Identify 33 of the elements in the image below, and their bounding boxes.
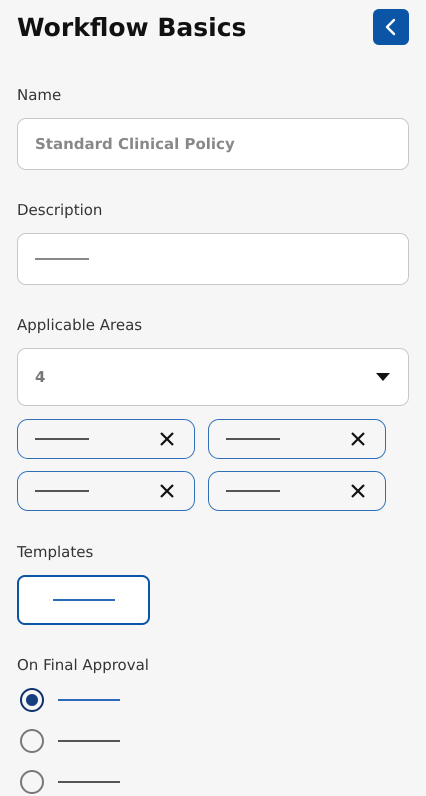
area-chip[interactable]	[17, 419, 195, 459]
placeholder-line	[58, 781, 120, 783]
placeholder-line	[35, 258, 89, 260]
back-button[interactable]	[373, 9, 409, 45]
close-icon[interactable]	[350, 431, 366, 447]
name-field[interactable]: Standard Clinical Policy	[17, 118, 409, 170]
field-label: Description	[17, 201, 104, 219]
areas-dropdown[interactable]: 4	[17, 348, 409, 406]
page-title: Workflow Basics	[17, 12, 246, 42]
placeholder-line	[226, 438, 280, 440]
template-button[interactable]	[17, 575, 150, 625]
placeholder-line	[226, 490, 280, 492]
placeholder-line	[35, 490, 89, 492]
radio-button[interactable]	[20, 688, 44, 712]
placeholder-line	[35, 438, 89, 440]
placeholder-line	[58, 699, 120, 701]
field-label: Applicable Areas	[17, 316, 144, 334]
field-label: On Final Approval	[17, 656, 150, 674]
area-chip[interactable]	[208, 471, 386, 511]
area-chip[interactable]	[17, 471, 195, 511]
placeholder-line	[58, 740, 120, 742]
dropdown-arrow-icon	[375, 372, 391, 382]
radio-button[interactable]	[20, 770, 44, 794]
close-icon[interactable]	[159, 483, 175, 499]
close-icon[interactable]	[159, 431, 175, 447]
close-icon[interactable]	[350, 483, 366, 499]
field-label: Templates	[17, 543, 94, 561]
radio-button[interactable]	[20, 729, 44, 753]
field-label: Name	[17, 86, 62, 104]
placeholder-line	[52, 599, 114, 601]
chevron-left-icon	[384, 18, 398, 36]
description-field[interactable]	[17, 233, 409, 285]
area-chip[interactable]	[208, 419, 386, 459]
